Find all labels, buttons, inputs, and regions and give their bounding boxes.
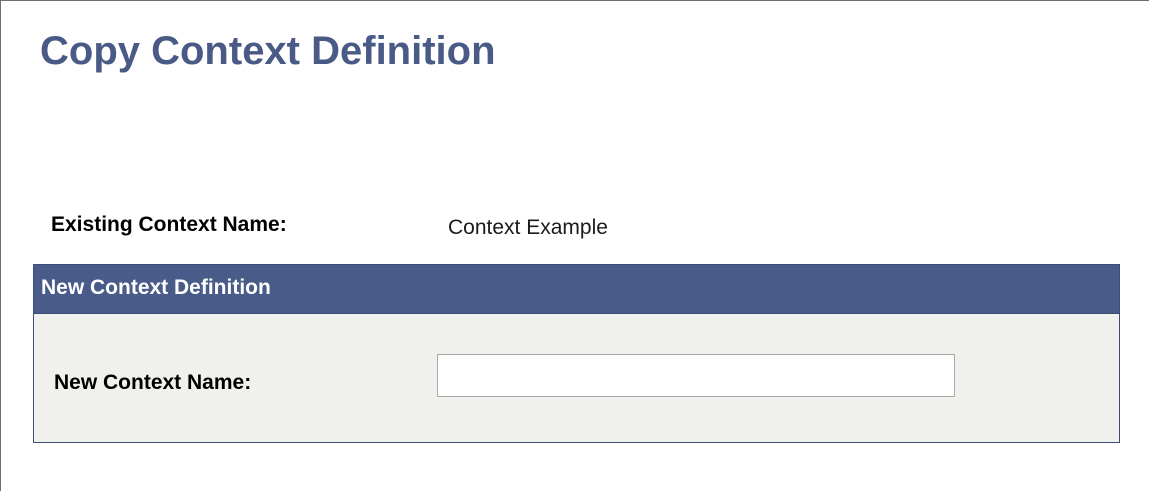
group-header: New Context Definition	[34, 265, 1119, 314]
page-frame: Copy Context Definition Existing Context…	[0, 0, 1149, 491]
page-title: Copy Context Definition	[40, 29, 496, 73]
existing-context-name-label: Existing Context Name:	[51, 213, 287, 236]
new-context-name-label: New Context Name:	[54, 371, 252, 394]
existing-context-name-value: Context Example	[448, 216, 608, 239]
new-context-name-input[interactable]	[437, 354, 955, 397]
new-context-definition-group: New Context Definition New Context Name:	[33, 264, 1120, 443]
